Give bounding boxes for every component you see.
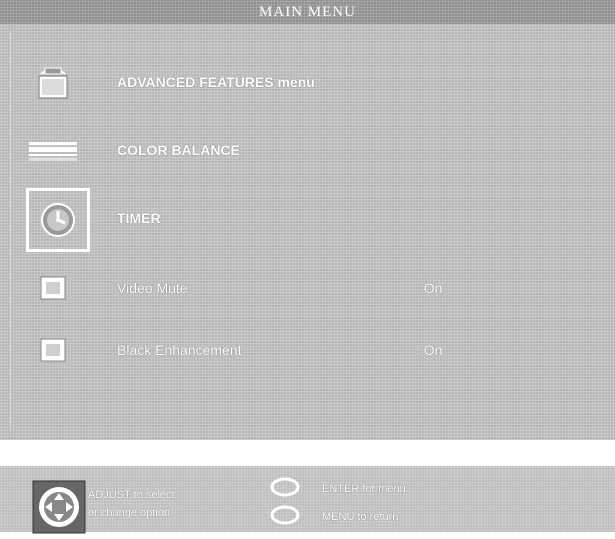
adjust-help-line2: or change option	[88, 507, 170, 519]
checkbox-icon	[33, 330, 73, 370]
checkbox-icon	[33, 268, 73, 308]
clock-icon	[41, 203, 75, 237]
page-title: MAIN MENU	[259, 4, 356, 20]
menu-item-advanced-features[interactable]: ADVANCED FEATURES menu	[11, 54, 611, 110]
menu-panel: ADVANCED FEATURES menu COLOR BALANCE TIM…	[10, 30, 613, 430]
enter-help-text: ENTER for menu	[322, 483, 406, 495]
enter-button-icon	[268, 476, 302, 503]
menu-item-label: Black Enhancement	[117, 342, 242, 358]
adjust-help-line1: ADJUST to select	[88, 489, 175, 501]
color-bars-icon	[27, 130, 79, 170]
menu-item-label: COLOR BALANCE	[117, 142, 240, 158]
title-bar: MAIN MENU	[0, 0, 615, 24]
menu-item-label: Video Mute	[117, 280, 188, 296]
help-bar: ADJUST to select or change option ENTER …	[0, 466, 615, 534]
dpad-icon	[32, 480, 86, 534]
menu-item-label: TIMER	[117, 210, 161, 226]
menu-button-icon	[268, 504, 302, 531]
selection-highlight	[26, 188, 90, 252]
menu-item-label: ADVANCED FEATURES menu	[117, 74, 315, 90]
menu-item-value: : On	[416, 280, 443, 296]
menu-item-color-balance[interactable]: COLOR BALANCE	[11, 122, 611, 178]
menu-item-value: : On	[416, 342, 443, 358]
separator-strip	[0, 440, 615, 466]
menu-item-video-mute[interactable]: Video Mute : On	[11, 260, 611, 316]
tv-icon	[33, 62, 73, 102]
menu-help-text: MENU to return	[322, 511, 399, 523]
menu-item-black-enhancement[interactable]: Black Enhancement : On	[11, 322, 611, 378]
menu-item-timer[interactable]: TIMER	[11, 188, 611, 252]
